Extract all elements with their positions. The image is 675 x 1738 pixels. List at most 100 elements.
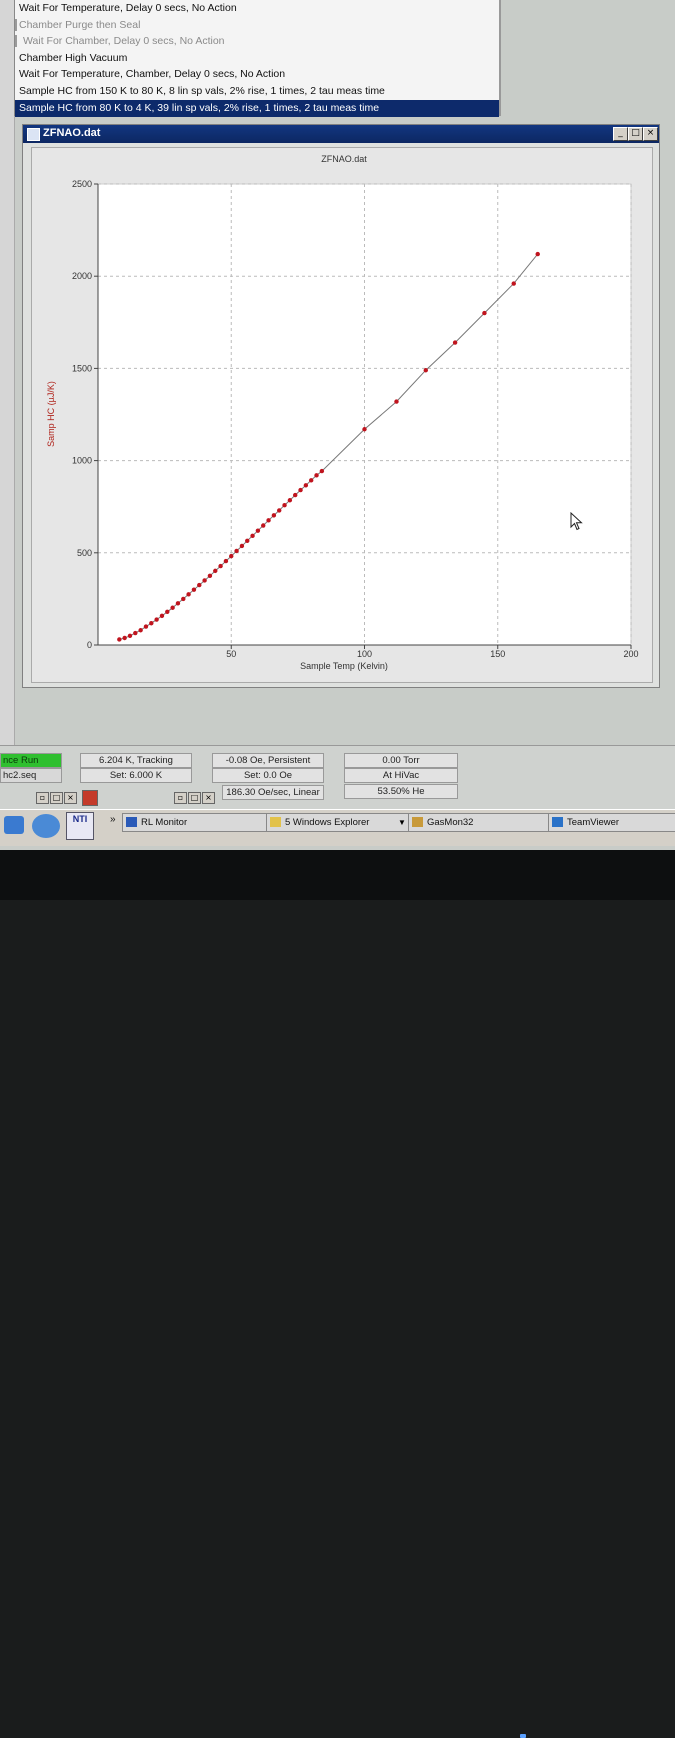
graph-window-title: ZFNAO.dat [43, 127, 101, 139]
temperature-setpoint: Set: 6.000 K [80, 768, 192, 783]
y-tick-label: 500 [77, 548, 92, 558]
data-point [191, 587, 197, 592]
pressure-readout: 0.00 Torr [344, 753, 458, 768]
sequence-list[interactable]: Wait For Temperature, Delay 0 secs, No A… [14, 0, 501, 117]
close-button[interactable]: × [643, 127, 658, 141]
sequence-indent-bar [15, 18, 17, 31]
sample-hc-chart: ZFNAO.dat 50 100 150 200 0 500 1000 1500 2000 25… [46, 154, 639, 671]
data-point [298, 487, 303, 493]
y-tick-label: 1000 [72, 456, 92, 466]
maximize-icon[interactable]: □ [188, 792, 201, 804]
data-point [143, 624, 149, 629]
left-window-edge [0, 0, 15, 745]
helium-level: 53.50% He [344, 784, 458, 799]
data-point [319, 468, 325, 474]
data-point [181, 596, 186, 602]
network-globe-icon[interactable] [32, 814, 60, 838]
monitor-bezel [0, 850, 675, 1738]
data-point [218, 563, 223, 569]
maximize-icon[interactable]: □ [50, 792, 63, 804]
data-point [149, 621, 154, 626]
data-point [482, 310, 487, 316]
data-point [266, 518, 271, 523]
data-point [511, 281, 516, 286]
data-point [314, 473, 319, 478]
y-tick-label: 2000 [72, 271, 92, 281]
graph-window-titlebar[interactable]: ZFNAO.dat _ □ × [23, 125, 659, 143]
taskbar-chevron[interactable]: » [110, 814, 116, 825]
quicklaunch-icon[interactable] [4, 816, 24, 834]
restore-icon[interactable]: ▫ [174, 792, 187, 804]
plot-area: ZFNAO.dat 50 100 150 200 0 500 1000 1500 2000 25… [31, 147, 653, 683]
field-setpoint: Set: 0.0 Oe [212, 768, 324, 783]
data-point [309, 478, 314, 483]
data-point [303, 483, 309, 488]
sequence-indent-bar [15, 35, 17, 47]
data-point [197, 582, 202, 588]
nti-icon[interactable]: NTI [66, 812, 94, 840]
dropdown-arrow-icon[interactable]: ▼ [398, 818, 406, 827]
x-axis-label: Sample Temp (Kelvin) [300, 661, 388, 671]
taskbar-windows-explorer[interactable]: 5 Windows Explorer [266, 813, 416, 832]
taskbar-label: 5 Windows Explorer [285, 817, 370, 828]
close-icon[interactable]: × [202, 792, 215, 804]
data-point [535, 251, 540, 257]
y-tick-label: 2500 [72, 179, 92, 189]
sequence-item[interactable]: Wait For Temperature, Delay 0 secs, No A… [15, 0, 499, 17]
vacuum-state: At HiVac [344, 768, 458, 783]
sequence-item-selected[interactable]: Sample HC from 80 K to 4 K, 39 lin sp va… [15, 100, 499, 117]
data-point [117, 637, 122, 642]
data-point [271, 513, 277, 518]
data-point [170, 605, 175, 610]
data-point [282, 503, 287, 508]
sequence-item-label: Chamber High Vacuum [19, 51, 128, 64]
data-point [261, 523, 266, 528]
minimize-button[interactable]: _ [613, 127, 628, 141]
data-point [138, 628, 143, 633]
mouse-cursor-icon [570, 512, 583, 531]
data-point [207, 573, 213, 579]
data-point [223, 558, 229, 564]
sequence-item-label: Chamber Purge then Seal [19, 18, 141, 31]
data-point [250, 533, 255, 539]
data-point [202, 578, 207, 583]
taskbar-rl-monitor[interactable]: RL Monitor [122, 813, 268, 832]
sequence-item-label: Wait For Temperature, Chamber, Delay 0 s… [19, 68, 286, 80]
taskbar-teamviewer[interactable]: TeamViewer [548, 813, 675, 832]
sequence-item[interactable]: Wait For Temperature, Chamber, Delay 0 s… [15, 66, 499, 83]
data-point [133, 630, 138, 636]
x-tick-label: 150 [490, 649, 505, 659]
y-tick-label: 1500 [72, 363, 92, 373]
data-point [159, 613, 165, 619]
sequence-item-label: Sample HC from 80 K to 4 K, 39 lin sp va… [19, 102, 380, 114]
taskbar-label: TeamViewer [567, 817, 620, 828]
data-point [239, 543, 245, 549]
taskbar-gasmon32[interactable]: GasMon32 [408, 813, 554, 832]
data-point [234, 548, 239, 554]
sequence-item-label: Sample HC from 150 K to 80 K, 8 lin sp v… [19, 84, 385, 97]
graph-window-icon [27, 128, 40, 141]
teamviewer-icon [552, 817, 563, 827]
sequence-item[interactable]: Wait For Chamber, Delay 0 secs, No Actio… [15, 33, 499, 50]
plot-title: ZFNAO.dat [321, 154, 367, 164]
data-point [293, 492, 298, 498]
data-point [165, 609, 170, 615]
folder-icon [270, 817, 281, 827]
sequence-item[interactable]: Chamber High Vacuum [15, 50, 499, 67]
data-point [277, 508, 282, 513]
data-point [423, 368, 428, 373]
x-tick-label: 200 [623, 649, 638, 659]
data-point [452, 340, 458, 345]
restore-icon[interactable]: ▫ [36, 792, 49, 804]
data-point [362, 427, 367, 432]
graph-window[interactable]: ZFNAO.dat _ □ × ZFNAO.dat 50 100 150 200 0 5… [22, 124, 660, 688]
x-ticks: 50 100 150 200 [226, 645, 639, 659]
close-icon[interactable]: × [64, 792, 77, 804]
sequence-item[interactable]: Sample HC from 150 K to 80 K, 8 lin sp v… [15, 83, 499, 100]
data-point [229, 553, 234, 559]
sequence-file-label: hc2.seq [0, 768, 62, 783]
taskbar: NTI » RL Monitor 5 Windows Explorer ▼ Ga… [0, 809, 675, 846]
data-point [287, 498, 293, 503]
sequence-item[interactable]: Chamber Purge then Seal [15, 17, 499, 34]
maximize-button[interactable]: □ [628, 127, 643, 141]
